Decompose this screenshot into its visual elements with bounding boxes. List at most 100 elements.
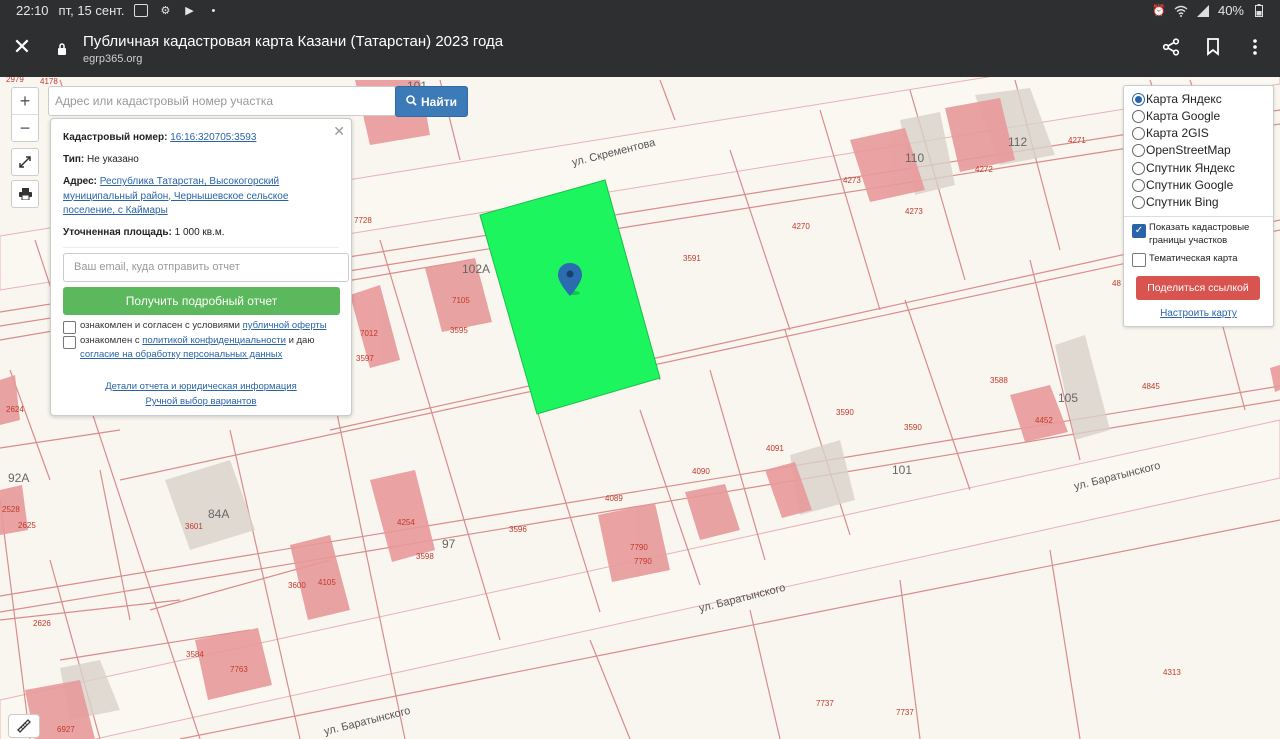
- parcel-label: 3588: [990, 376, 1008, 385]
- parcel-label: 7763: [230, 665, 248, 674]
- area-value: 1 000 кв.м.: [174, 227, 225, 238]
- house-number: 112: [1008, 135, 1027, 149]
- parcel-label: 4105: [318, 578, 336, 587]
- notification-icon: [134, 4, 149, 18]
- play-icon: ▶: [185, 5, 194, 17]
- parcel-label: 4089: [605, 494, 623, 503]
- parcel-label: 4090: [692, 467, 710, 476]
- setup-map-link[interactable]: Настроить карту: [1124, 308, 1273, 319]
- layer-label: OpenStreetMap: [1146, 143, 1231, 157]
- privacy-checkbox[interactable]: [63, 336, 76, 349]
- fullscreen-icon[interactable]: [11, 148, 39, 176]
- search-button[interactable]: Найти: [395, 86, 468, 117]
- parcel-label: 3596: [509, 525, 527, 534]
- address-label: Адрес:: [63, 176, 97, 187]
- offer-label: ознакомлен и согласен с условиями публич…: [80, 319, 345, 333]
- close-icon[interactable]: ✕: [12, 35, 32, 59]
- layer-label: Спутник Яндекс: [1146, 161, 1235, 175]
- street-label: ул. Баратынского: [323, 705, 412, 738]
- layer-option[interactable]: Спутник Яндекс: [1132, 161, 1235, 175]
- ruler-icon[interactable]: [8, 714, 40, 738]
- close-icon[interactable]: ✕: [333, 123, 345, 140]
- page-title: Публичная кадастровая карта Казани (Тата…: [83, 33, 504, 50]
- more-icon[interactable]: [1246, 36, 1264, 58]
- print-icon[interactable]: [11, 180, 39, 208]
- radio-icon[interactable]: [1132, 92, 1145, 106]
- radio-icon[interactable]: [1132, 126, 1145, 140]
- parcel-label: 4313: [1163, 668, 1181, 677]
- radio-icon[interactable]: [1132, 195, 1145, 209]
- parcel-label: 7728: [354, 216, 372, 225]
- divider: [1124, 216, 1273, 217]
- area-label: Уточненная площадь:: [63, 227, 172, 238]
- details-link[interactable]: Детали отчета и юридическая информация: [51, 381, 351, 392]
- boundaries-checkbox[interactable]: ✓: [1132, 224, 1146, 238]
- search-button-label: Найти: [421, 94, 457, 109]
- browser-toolbar: ✕ Публичная кадастровая карта Казани (Та…: [0, 22, 1280, 77]
- parcel-label: 7790: [634, 557, 652, 566]
- selected-parcel[interactable]: [479, 179, 661, 415]
- parcel-label: 3600: [288, 581, 306, 590]
- parcel-label: 4273: [905, 207, 923, 216]
- alarm-icon: ⏰: [1152, 5, 1166, 17]
- settings-icon: ⚙: [160, 5, 171, 17]
- offer-link[interactable]: публичной оферты: [243, 320, 327, 331]
- parcel-label: 4178: [40, 77, 58, 86]
- layer-option[interactable]: Спутник Bing: [1132, 195, 1219, 209]
- parcel-label: 4091: [766, 444, 784, 453]
- zoom-out-button[interactable]: −: [12, 114, 38, 141]
- parcel-label: 3591: [683, 254, 701, 263]
- parcel-label: 2626: [33, 619, 51, 628]
- zoom-in-button[interactable]: +: [12, 88, 38, 114]
- manual-select-link[interactable]: Ручной выбор вариантов: [51, 396, 351, 407]
- share-icon[interactable]: [1162, 36, 1180, 58]
- cadastral-label: Кадастровый номер:: [63, 132, 168, 143]
- divider: [63, 247, 339, 248]
- get-report-button[interactable]: Получить подробный отчет: [63, 287, 340, 315]
- offer-text: ознакомлен и согласен с условиями: [80, 320, 240, 331]
- layer-option[interactable]: Спутник Google: [1132, 178, 1233, 192]
- privacy-mid-text: и даю: [288, 335, 315, 346]
- address-link[interactable]: Республика Татарстан, Высокогорский муни…: [63, 176, 288, 216]
- battery-icon: [1252, 4, 1266, 18]
- consent-link[interactable]: согласие на обработку персональных данны…: [80, 349, 282, 360]
- privacy-link[interactable]: политикой конфиденциальности: [142, 335, 286, 346]
- thematic-checkbox[interactable]: [1132, 253, 1146, 267]
- parcel-label: 4270: [792, 222, 810, 231]
- layer-label: Спутник Google: [1146, 178, 1234, 192]
- layer-option[interactable]: Карта Яндекс: [1132, 92, 1222, 106]
- type-value: Не указано: [87, 154, 139, 165]
- house-number: 84А: [208, 507, 229, 521]
- layer-option[interactable]: Карта 2GIS: [1132, 126, 1209, 140]
- layer-option[interactable]: Карта Google: [1132, 109, 1220, 123]
- email-field[interactable]: Ваш email, куда отправить отчет: [63, 253, 349, 282]
- thematic-label: Тематическая карта: [1149, 253, 1238, 264]
- radio-icon[interactable]: [1132, 178, 1145, 192]
- radio-icon[interactable]: [1132, 109, 1145, 123]
- status-bar: 22:10 пт, 15 сент. ⚙ ▶ • ⏰ 40%: [0, 0, 1280, 22]
- status-date: пт, 15 сент.: [58, 3, 125, 18]
- layer-option[interactable]: OpenStreetMap: [1132, 143, 1231, 157]
- radio-icon[interactable]: [1132, 161, 1145, 175]
- parcel-label: 2624: [6, 405, 24, 414]
- layer-label: Карта 2GIS: [1146, 126, 1209, 140]
- cadastral-number-link[interactable]: 16:16:320705:3593: [170, 132, 256, 143]
- parcel-label: 4452: [1035, 416, 1053, 425]
- parcel-label: 48: [1112, 279, 1121, 288]
- search-input[interactable]: [48, 86, 396, 116]
- house-number: 92А: [8, 471, 29, 485]
- map-layers-panel: Карта Яндекс Карта Google Карта 2GIS Ope…: [1123, 85, 1274, 327]
- parcel-label: 3590: [836, 408, 854, 417]
- offer-checkbox[interactable]: [63, 321, 76, 334]
- signal-icon: [1196, 4, 1210, 18]
- share-link-button[interactable]: Поделиться ссылкой: [1136, 276, 1260, 300]
- parcel-label: 3601: [185, 522, 203, 531]
- parcel-label: 3598: [416, 552, 434, 561]
- status-time: 22:10: [16, 3, 49, 18]
- bookmark-icon[interactable]: [1204, 36, 1222, 58]
- house-number: 97: [442, 537, 456, 551]
- parcel-label: 2625: [18, 521, 36, 530]
- parcel-label: 4271: [1068, 136, 1086, 145]
- parcel-label: 3597: [356, 354, 374, 363]
- radio-icon[interactable]: [1132, 143, 1145, 157]
